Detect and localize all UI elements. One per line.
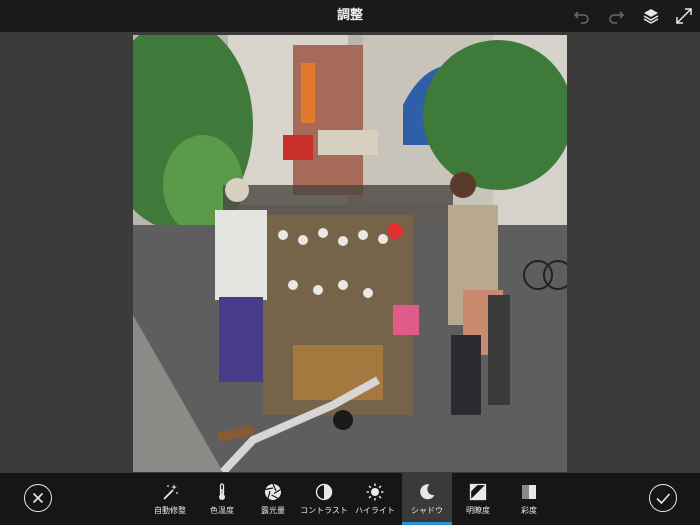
photo-preview[interactable] xyxy=(133,35,567,472)
close-icon[interactable] xyxy=(24,484,52,512)
redo-icon[interactable] xyxy=(606,6,626,26)
bottom-toolbar: 自動修整 色温度 露光量 コントラスト ハイライト シャドウ 明瞭度 彩度 xyxy=(0,473,700,525)
expand-icon[interactable] xyxy=(674,6,694,26)
moon-icon xyxy=(417,482,437,502)
canvas-area xyxy=(0,32,700,499)
tool-clarity[interactable]: 明瞭度 xyxy=(453,473,503,525)
magic-wand-icon xyxy=(160,482,180,502)
tool-temperature[interactable]: 色温度 xyxy=(197,473,247,525)
thermometer-icon xyxy=(212,482,232,502)
tool-saturation[interactable]: 彩度 xyxy=(504,473,554,525)
sun-icon xyxy=(365,482,385,502)
contrast-icon xyxy=(314,482,334,502)
clarity-icon xyxy=(468,482,488,502)
tool-auto[interactable]: 自動修整 xyxy=(145,473,195,525)
top-bar: 調整 xyxy=(0,0,700,32)
saturation-icon xyxy=(519,482,539,502)
tool-highlight[interactable]: ハイライト xyxy=(350,473,400,525)
tool-contrast[interactable]: コントラスト xyxy=(299,473,349,525)
aperture-icon xyxy=(263,482,283,502)
undo-icon[interactable] xyxy=(572,6,592,26)
page-title: 調整 xyxy=(336,8,363,23)
tool-exposure[interactable]: 露光量 xyxy=(248,473,298,525)
tool-shadow[interactable]: シャドウ xyxy=(402,473,452,525)
layers-icon[interactable] xyxy=(641,6,661,26)
checkmark-icon[interactable] xyxy=(649,484,677,512)
tool-label: 彩度 xyxy=(521,506,537,515)
